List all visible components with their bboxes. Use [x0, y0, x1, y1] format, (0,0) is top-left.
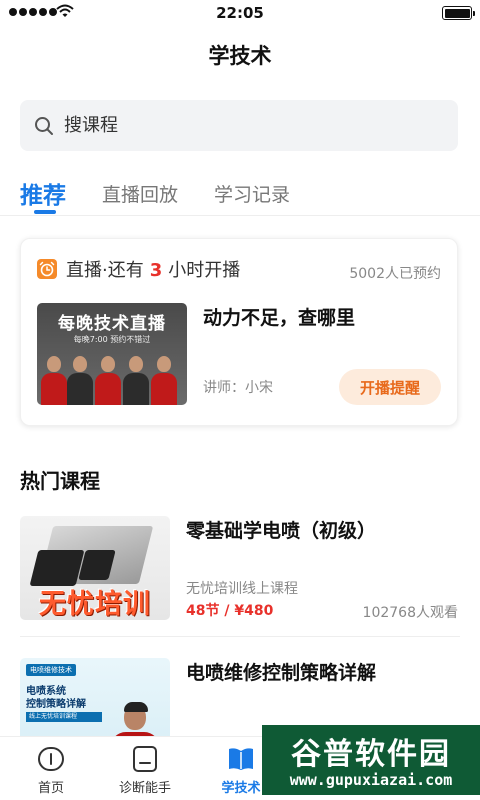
status-bar: 22:05: [0, 0, 480, 26]
thumbnail-text: 无忧培训: [39, 589, 151, 620]
content-tabs: 推荐 直播回放 学习记录: [20, 176, 460, 216]
person-image: [67, 356, 93, 405]
home-icon: [37, 745, 65, 773]
thumbnail-line: 控制策略详解: [26, 699, 86, 710]
live-countdown: 直播·还有 3 小时开播: [66, 256, 240, 282]
search-bar[interactable]: [20, 100, 458, 151]
live-course-title[interactable]: 动力不足，查哪里: [203, 303, 355, 330]
tab-indicator: [34, 210, 56, 214]
person-image: [151, 356, 177, 405]
search-input[interactable]: [64, 100, 444, 151]
lecturer: 讲师：小宋: [203, 380, 273, 396]
watermark-logo: 谷普软件园 www.gupuxiazai.com: [262, 725, 480, 795]
course-thumbnail[interactable]: 无忧培训: [20, 516, 170, 620]
tabbar-item-diagnose[interactable]: 诊断能手: [100, 745, 190, 796]
person-image: [123, 356, 149, 405]
course-item[interactable]: 无忧培训 零基础学电喷（初级） 无忧培训线上课程 48节 / ¥480 1027…: [20, 516, 460, 626]
section-title: 热门课程: [20, 469, 100, 493]
tab-replay[interactable]: 直播回放: [102, 180, 178, 207]
thumbnail-bar: 线上无忧培训课程: [26, 712, 102, 722]
course-views: 102768人观看: [362, 605, 458, 621]
live-hours: 3: [149, 260, 163, 281]
diagnose-icon: [131, 745, 159, 773]
search-icon: [35, 117, 53, 135]
battery-icon: [442, 6, 475, 20]
divider: [20, 636, 460, 637]
watermark-text: 谷普软件园: [291, 737, 451, 772]
live-status-suffix: 小时开播: [168, 260, 241, 281]
status-time: 22:05: [216, 4, 264, 22]
course-name[interactable]: 电喷维修控制策略详解: [186, 658, 376, 685]
live-thumbnail[interactable]: 每晚技术直播 每晚7:00 预约不错过: [37, 303, 187, 405]
watermark-url: www.gupuxiazai.com: [289, 771, 453, 789]
page-title: 学技术: [208, 44, 272, 68]
thumbnail-tag: 电喷维修技术: [26, 664, 76, 676]
reserved-count: 5002人已预约: [349, 266, 441, 282]
connector-image: [29, 550, 85, 586]
app-screen: 22:05 学技术 推荐 直播回放 学习记录 直播·还有3小时开播 5002人已…: [0, 0, 480, 800]
tab-recommend[interactable]: 推荐: [20, 176, 66, 210]
tab-history[interactable]: 学习记录: [214, 180, 290, 207]
tabbar-label: 诊断能手: [118, 781, 171, 796]
live-status-prefix: 直播·还有: [66, 260, 144, 281]
course-name[interactable]: 零基础学电喷（初级）: [186, 516, 376, 543]
tabbar-label: 首页: [37, 781, 64, 796]
divider: [0, 215, 480, 216]
thumbnail-title: 每晚技术直播: [58, 314, 166, 334]
live-card[interactable]: 直播·还有 3 小时开播 5002人已预约 每晚技术直播 每晚7:00 预约不错过 …: [20, 238, 458, 426]
thumbnail-subtitle: 每晚7:00 预约不错过: [73, 335, 151, 344]
alarm-clock-icon: [37, 259, 57, 279]
book-icon: [227, 745, 255, 773]
course-provider: 无忧培训线上课程: [186, 581, 298, 597]
person-image: [95, 356, 121, 405]
remind-button[interactable]: 开播提醒: [339, 369, 441, 405]
course-price: 48节 / ¥480: [186, 603, 274, 619]
person-image: [41, 356, 67, 405]
tabbar-item-home[interactable]: 首页: [6, 745, 96, 796]
